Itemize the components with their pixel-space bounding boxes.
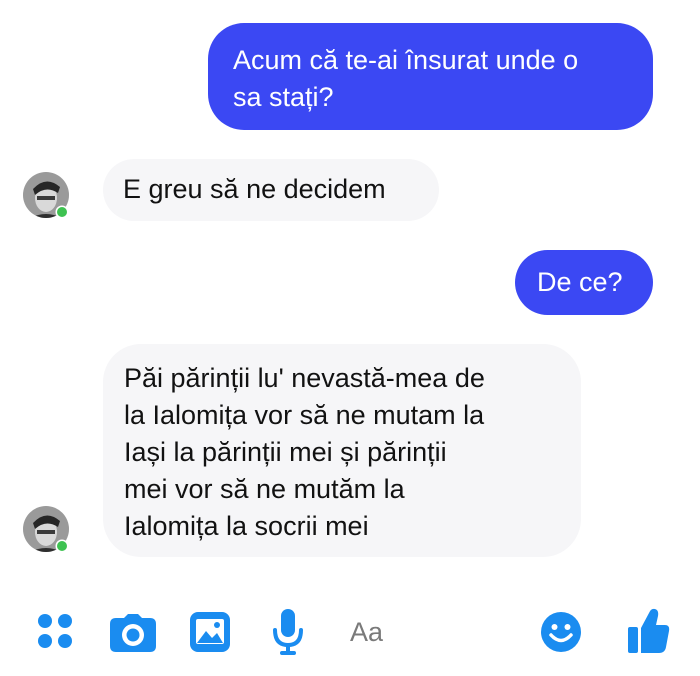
thumbs-up-icon[interactable] bbox=[628, 608, 670, 653]
message-line: De ce? bbox=[537, 267, 623, 297]
outgoing-message[interactable]: De ce? bbox=[515, 250, 653, 315]
message-line: Acum că te-ai însurat unde o bbox=[233, 45, 579, 75]
message-line: la Ialomița vor să ne mutam la bbox=[124, 400, 485, 430]
message-line: Păi părinții lu' nevastă-mea de bbox=[124, 363, 485, 393]
message-line: Iași la părinții mei și părinții bbox=[124, 437, 447, 467]
outgoing-message[interactable]: Acum că te-ai însurat unde o sa stați? bbox=[208, 23, 653, 130]
camera-icon[interactable] bbox=[110, 614, 156, 652]
message-input[interactable]: Aa bbox=[350, 617, 383, 648]
incoming-message[interactable]: Păi părinții lu' nevastă-mea de la Ialom… bbox=[103, 344, 581, 557]
more-options-icon[interactable] bbox=[36, 612, 74, 650]
message-line: mei vor să ne mutăm la bbox=[124, 474, 405, 504]
microphone-icon[interactable] bbox=[272, 609, 304, 655]
message-line: sa stați? bbox=[233, 82, 334, 112]
incoming-message[interactable]: E greu să ne decidem bbox=[103, 159, 439, 221]
emoji-icon[interactable] bbox=[541, 612, 581, 652]
contact-avatar[interactable] bbox=[22, 505, 72, 555]
contact-avatar[interactable] bbox=[22, 171, 72, 221]
gallery-icon[interactable] bbox=[190, 612, 230, 652]
message-line: Ialomița la socrii mei bbox=[124, 511, 369, 541]
message-line: E greu să ne decidem bbox=[123, 174, 386, 204]
